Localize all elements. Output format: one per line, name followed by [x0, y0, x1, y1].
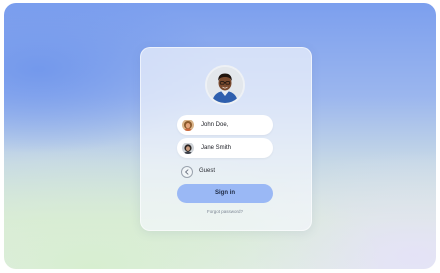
- person-avatar-icon: [182, 143, 194, 154]
- arrow-left-circle-icon: [181, 166, 193, 178]
- user-name: Jane Smith: [201, 145, 232, 151]
- sign-in-button[interactable]: Sign in: [177, 184, 273, 203]
- john-doe-avatar: [182, 119, 194, 131]
- selected-user-avatar: [205, 65, 245, 105]
- guest-option[interactable]: Guest: [177, 164, 273, 180]
- user-name: John Doe,: [201, 122, 229, 128]
- user-row-jane-smith[interactable]: Jane Smith: [177, 138, 273, 158]
- person-avatar-icon: [182, 120, 194, 131]
- forgot-password-link[interactable]: Forgot password?: [177, 209, 273, 214]
- person-avatar-icon: [207, 67, 243, 103]
- guest-label: Guest: [199, 168, 216, 174]
- user-row-john-doe[interactable]: John Doe,: [177, 115, 273, 135]
- jane-smith-avatar: [182, 142, 194, 154]
